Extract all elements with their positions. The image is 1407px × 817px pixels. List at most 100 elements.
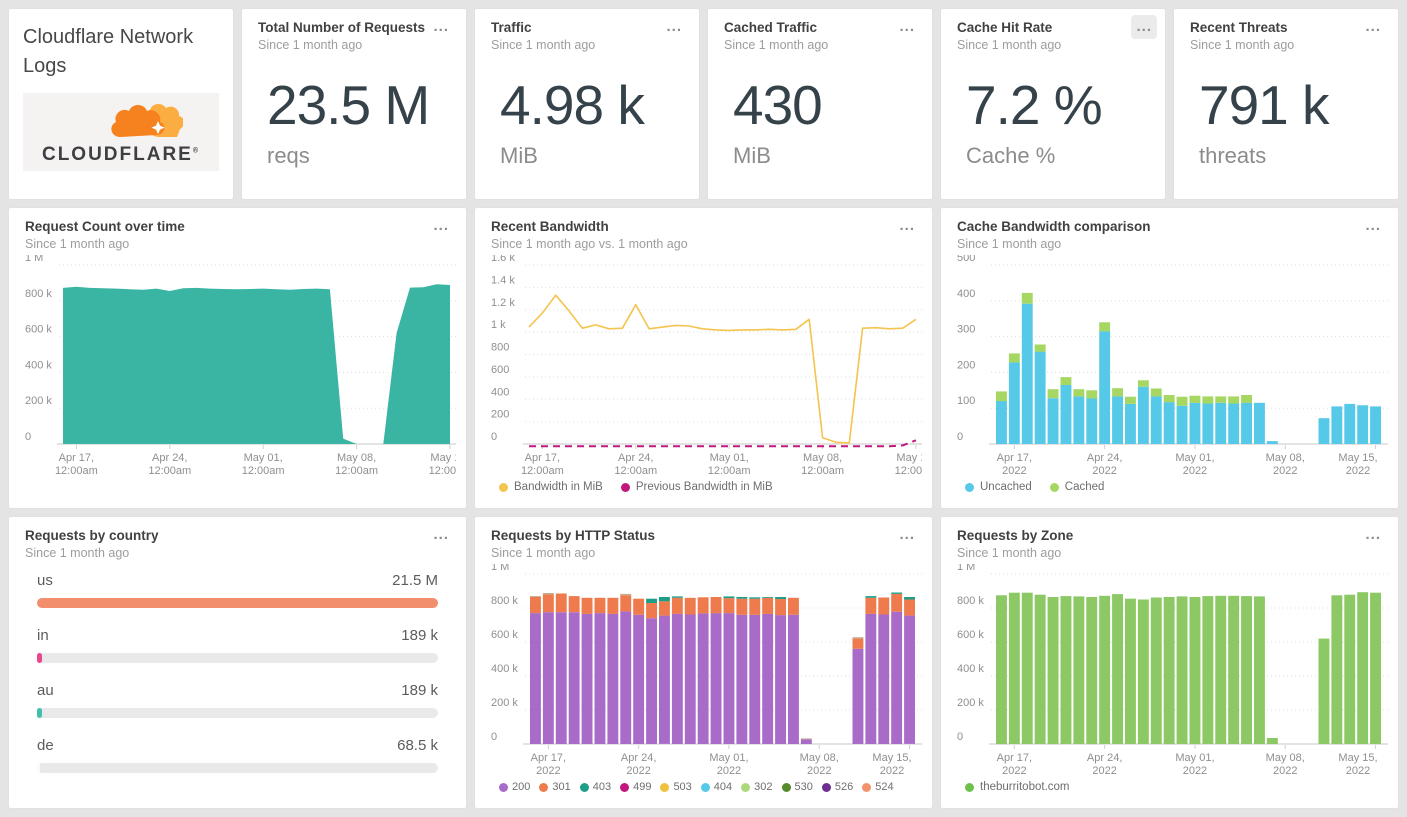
- stat-body: 430 MiB: [708, 52, 932, 199]
- legend-item[interactable]: 503: [660, 781, 692, 793]
- legend-item[interactable]: 530: [781, 781, 813, 793]
- country-bar-track: [37, 653, 438, 663]
- panel-menu-button[interactable]: ...: [428, 523, 454, 547]
- legend-item[interactable]: 404: [700, 781, 732, 793]
- chart-legend: Uncached Cached: [965, 476, 1388, 498]
- legend-item[interactable]: Uncached: [965, 481, 1032, 493]
- panel-title: Recent Threats: [1190, 20, 1288, 35]
- panel-brand: Cloudflare Network Logs CLOUDFLARE®: [8, 8, 234, 200]
- stat-body: 791 k threats: [1174, 52, 1398, 199]
- legend-dot-icon: [781, 782, 791, 792]
- legend-label: 200: [512, 781, 531, 793]
- panel-menu-button[interactable]: ...: [1360, 214, 1386, 238]
- legend-dot-icon: [579, 782, 589, 792]
- svg-text:800 k: 800 k: [491, 595, 518, 607]
- panel-menu-button[interactable]: ...: [1360, 15, 1386, 39]
- stat-body: 4.98 k MiB: [475, 52, 699, 199]
- svg-text:Apr 24,2022: Apr 24, 2022: [1087, 752, 1122, 776]
- legend-label: Bandwidth in MiB: [514, 481, 603, 493]
- legend-item[interactable]: theburritobot.com: [965, 781, 1070, 793]
- svg-text:0: 0: [25, 431, 31, 443]
- svg-text:May 08,2022: May 08, 2022: [800, 752, 839, 776]
- svg-text:May 15,12:00am: May 15,12:00am: [429, 452, 456, 476]
- recent-bandwidth-chart[interactable]: 1.6 k 1.4 k 1.2 k 1 k 800 600 400 200 0 Apr 17, 12…: [491, 255, 922, 476]
- request-count-chart[interactable]: 1 M 800 k 600 k 400 k 200 k 0 Apr 17, 12:00am Ap…: [25, 255, 456, 476]
- panel-title: Requests by HTTP Status: [491, 528, 656, 543]
- stat-value: 4.98 k: [500, 73, 645, 136]
- panel-menu-button[interactable]: ...: [1131, 15, 1157, 39]
- stat-unit: threats: [1199, 142, 1267, 168]
- svg-text:200: 200: [957, 359, 975, 371]
- svg-text:Apr 24,12:00am: Apr 24, 12:00am: [148, 452, 191, 476]
- panel-menu-button[interactable]: ...: [428, 214, 454, 238]
- svg-text:May 15,12:00am: May 15,12:00am: [895, 452, 922, 476]
- svg-text:0: 0: [491, 431, 497, 443]
- stat-body: 7.2 % Cache %: [941, 52, 1165, 199]
- panel-http-status: Requests by HTTP Status Since 1 month ag…: [474, 516, 933, 809]
- stat-unit: MiB: [500, 142, 538, 168]
- panel-request-count: Request Count over time Since 1 month ag…: [8, 207, 467, 509]
- country-label: au: [37, 682, 54, 699]
- country-bar: [37, 708, 42, 718]
- country-row: in 189 k: [37, 627, 438, 663]
- svg-text:1 M: 1 M: [491, 564, 509, 573]
- svg-text:200: 200: [491, 409, 509, 421]
- panel-menu-button[interactable]: ...: [428, 15, 454, 39]
- country-value: 21.5 M: [392, 572, 438, 589]
- legend-label: Previous Bandwidth in MiB: [635, 481, 773, 493]
- panel-subtitle: Since 1 month ago: [25, 546, 130, 560]
- legend-item[interactable]: Bandwidth in MiB: [499, 481, 603, 493]
- legend-item[interactable]: 200: [499, 781, 530, 793]
- svg-text:600 k: 600 k: [491, 629, 518, 641]
- svg-text:Apr 24,2022: Apr 24, 2022: [621, 752, 656, 776]
- legend-label: 503: [673, 781, 692, 793]
- svg-text:Apr 24,12:00am: Apr 24, 12:00am: [614, 452, 657, 476]
- legend-dot-icon: [821, 782, 831, 792]
- legend-item[interactable]: 301: [539, 781, 571, 793]
- legend-item[interactable]: 524: [862, 781, 894, 793]
- svg-text:0: 0: [957, 431, 963, 443]
- panel-menu-button[interactable]: ...: [1360, 523, 1386, 547]
- svg-text:400 k: 400 k: [957, 663, 984, 675]
- panel-title: Cache Bandwidth comparison: [957, 219, 1151, 234]
- panel-subtitle: Since 1 month ago vs. 1 month ago: [491, 237, 688, 251]
- legend-label: Uncached: [980, 481, 1032, 493]
- panel-menu-button[interactable]: ...: [894, 523, 920, 547]
- http-status-chart[interactable]: 1 M 800 k 600 k 400 k 200 k 0 Apr 17, 2022 Apr 2…: [491, 564, 922, 776]
- panel-traffic: Traffic Since 1 month ago ... 4.98 k MiB: [474, 8, 700, 200]
- panel-subtitle: Since 1 month ago: [724, 38, 829, 52]
- legend-item[interactable]: Previous Bandwidth in MiB: [620, 481, 773, 493]
- country-bar-track: [37, 708, 438, 718]
- svg-text:100: 100: [957, 395, 975, 407]
- svg-text:Apr 24,2022: Apr 24, 2022: [1087, 452, 1122, 476]
- legend-item[interactable]: 499: [620, 781, 651, 793]
- panel-subtitle: Since 1 month ago: [1190, 38, 1295, 52]
- panel-menu-button[interactable]: ...: [661, 15, 687, 39]
- requests-by-zone-chart[interactable]: 1 M 800 k 600 k 400 k 200 k 0 Apr 17, 2022 Apr 2…: [957, 564, 1388, 776]
- legend-item[interactable]: Cached: [1049, 481, 1104, 493]
- svg-text:200 k: 200 k: [491, 697, 518, 709]
- legend-item[interactable]: 302: [741, 781, 773, 793]
- panel-cache-hit-rate: Cache Hit Rate Since 1 month ago ... 7.2…: [940, 8, 1166, 200]
- panel-recent-threats: Recent Threats Since 1 month ago ... 791…: [1173, 8, 1399, 200]
- legend-item[interactable]: 403: [579, 781, 611, 793]
- svg-text:600 k: 600 k: [25, 324, 52, 336]
- legend-label: 526: [834, 781, 854, 793]
- panel-title: Requests by Zone: [957, 528, 1074, 543]
- svg-text:May 08,12:00am: May 08, 12:00am: [335, 452, 378, 476]
- panel-title: Request Count over time: [25, 219, 185, 234]
- svg-text:800: 800: [491, 342, 509, 354]
- panel-title: Cached Traffic: [724, 20, 818, 35]
- country-bar: [37, 653, 42, 663]
- legend-dot-icon: [620, 782, 630, 792]
- cache-bandwidth-chart[interactable]: 500 400 300 200 100 0 Apr 17, 2022 Apr 24, 2022 Ma…: [957, 255, 1388, 476]
- country-value: 68.5 k: [397, 737, 438, 754]
- svg-text:600: 600: [491, 364, 509, 376]
- panel-menu-button[interactable]: ...: [894, 15, 920, 39]
- panel-menu-button[interactable]: ...: [894, 214, 920, 238]
- panel-total-requests: Total Number of Requests Since 1 month a…: [241, 8, 467, 200]
- svg-text:May 01,12:00am: May 01, 12:00am: [242, 452, 285, 476]
- legend-item[interactable]: 526: [821, 781, 854, 793]
- panel-title: Traffic: [491, 20, 532, 35]
- svg-text:May 01,2022: May 01, 2022: [1175, 752, 1214, 776]
